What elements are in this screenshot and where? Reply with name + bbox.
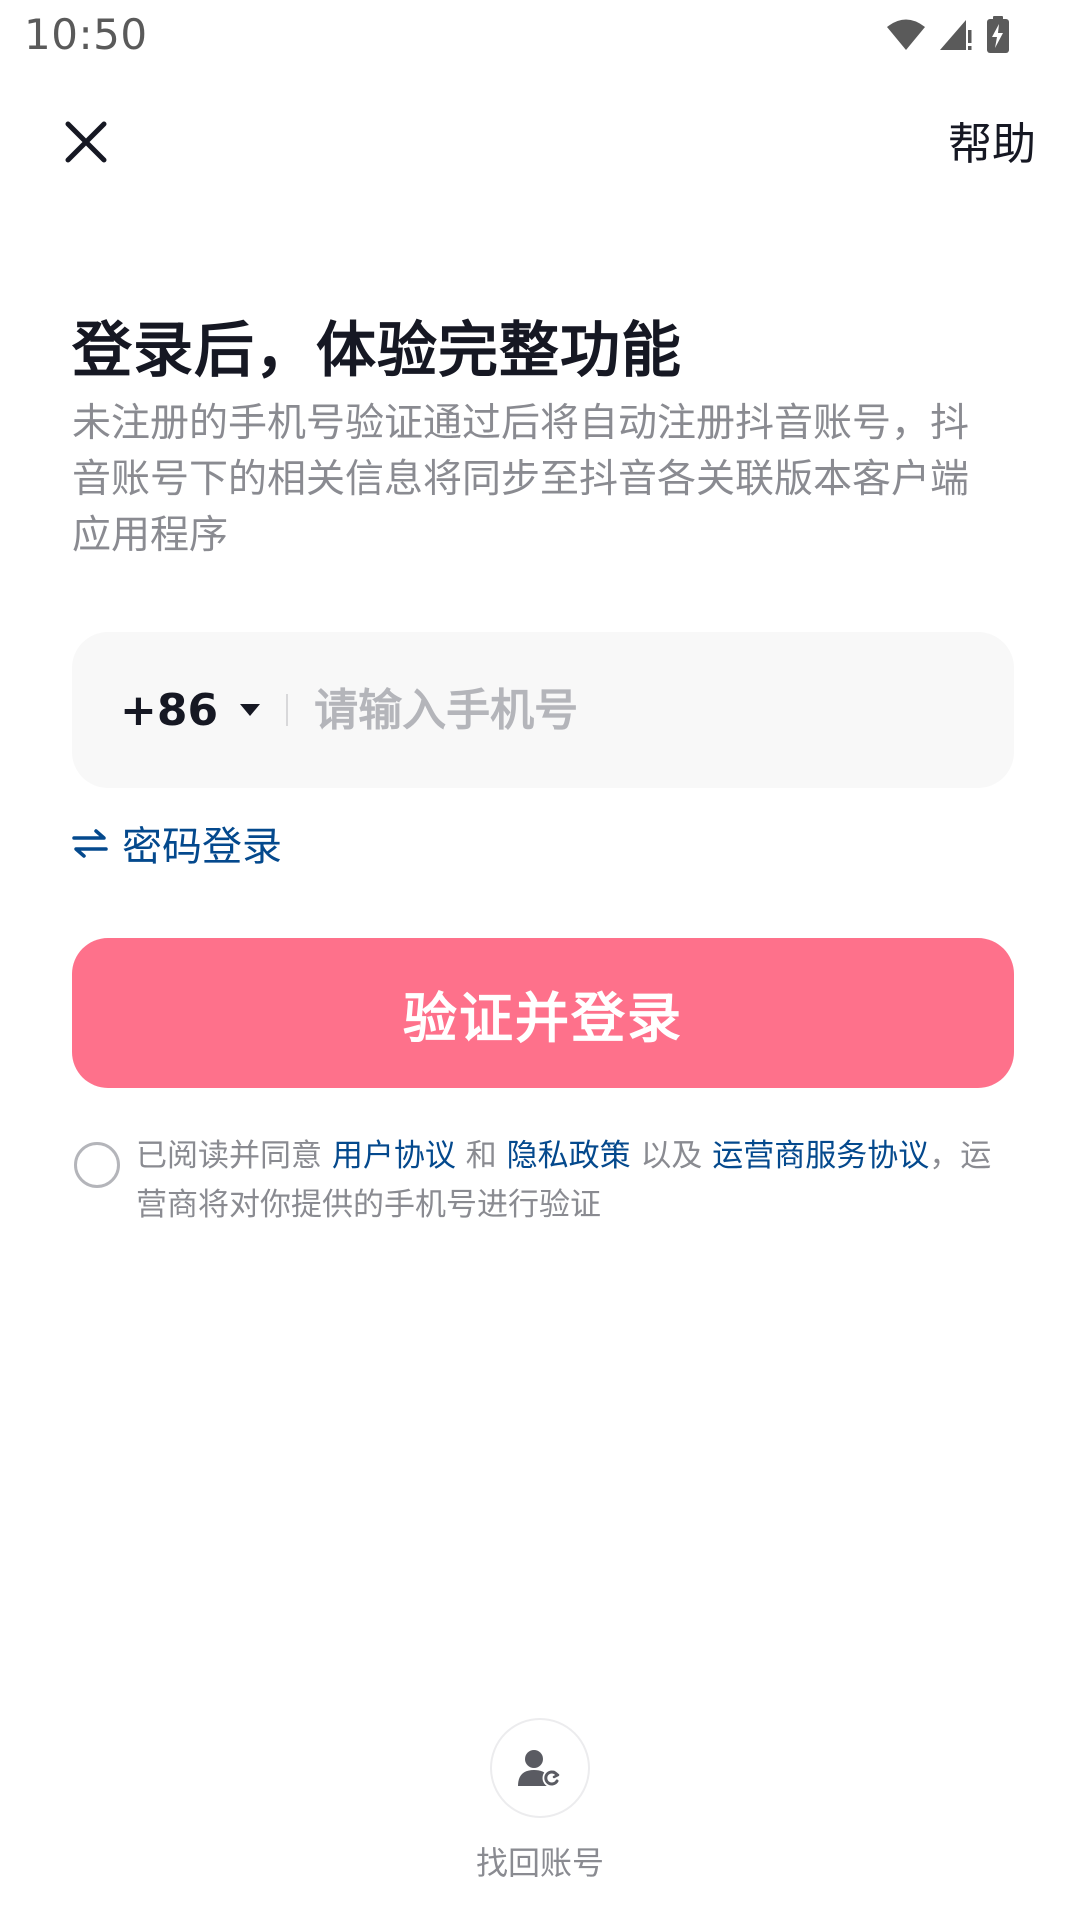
verify-login-button[interactable]: 验证并登录 xyxy=(72,938,1014,1088)
password-login-link[interactable]: 密码登录 xyxy=(72,814,282,872)
battery-charging-icon xyxy=(987,16,1009,53)
recover-account-circle xyxy=(490,1718,590,1818)
status-bar: 10:50 xyxy=(0,0,1080,76)
wifi-icon xyxy=(887,19,925,50)
recover-account-button[interactable]: 找回账号 xyxy=(440,1718,640,1884)
signal-icon xyxy=(940,20,972,50)
agreement-checkbox[interactable] xyxy=(74,1142,120,1188)
page-title: 登录后，体验完整功能 xyxy=(72,316,682,386)
carrier-agreement-link[interactable]: 运营商服务协议 xyxy=(712,1138,929,1174)
swap-icon xyxy=(72,829,108,858)
agreement-and-also: 以及 xyxy=(630,1138,713,1174)
caret-down-icon xyxy=(240,704,261,716)
help-link[interactable]: 帮助 xyxy=(948,108,1036,172)
status-time: 10:50 xyxy=(24,10,148,59)
close-icon xyxy=(65,121,107,163)
phone-number-input[interactable] xyxy=(314,684,1014,736)
user-agreement-link[interactable]: 用户协议 xyxy=(332,1138,456,1174)
phone-input-container: +86 xyxy=(72,632,1014,788)
country-code-label: +86 xyxy=(120,684,219,736)
status-icons xyxy=(886,12,1010,58)
page-subtitle: 未注册的手机号验证通过后将自动注册抖音账号，抖音账号下的相关信息将同步至抖音各关… xyxy=(72,401,970,558)
country-code-selector[interactable]: +86 xyxy=(120,684,261,736)
agreement-text: 已阅读并同意 用户协议 和 隐私政策 以及 运营商服务协议，运营商将对你提供的手… xyxy=(136,1132,1016,1230)
input-divider xyxy=(286,694,289,726)
password-login-label: 密码登录 xyxy=(122,824,282,870)
recover-account-label: 找回账号 xyxy=(475,1844,604,1882)
close-button[interactable] xyxy=(54,110,118,174)
agreement-and: 和 xyxy=(455,1138,507,1174)
user-refresh-icon xyxy=(518,1750,562,1788)
privacy-policy-link[interactable]: 隐私政策 xyxy=(507,1138,631,1174)
agreement-prefix: 已阅读并同意 xyxy=(136,1138,332,1174)
